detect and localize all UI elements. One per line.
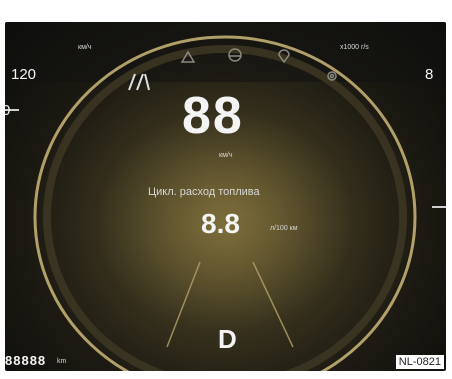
left-scale-value-2: 0 (5, 102, 11, 119)
fuel-consumption-value: 8.8 (201, 208, 240, 239)
fuel-consumption-label: Цикл. расход топлива (148, 186, 260, 198)
fuel-consumption-unit: л/100 км (270, 225, 298, 232)
odometer-value: 88888 (5, 353, 47, 368)
rpm-unit-right: x1000 r/s (340, 44, 369, 51)
left-scale-value: 120 (11, 66, 37, 83)
center-speed-unit: км/ч (219, 152, 233, 159)
right-scale-value: 8 (425, 66, 434, 83)
odometer-unit: km (57, 358, 67, 365)
center-speed: 88 (182, 87, 244, 145)
speed-unit-left: км/ч (78, 44, 92, 51)
header-text (0, 2, 150, 12)
instrument-cluster: км/ч x1000 r/s 120 0 8 88 км/ч Цикл. рас… (5, 22, 446, 371)
figure-code-badge: NL-0821 (395, 355, 444, 369)
gear-indicator: D (218, 324, 237, 354)
